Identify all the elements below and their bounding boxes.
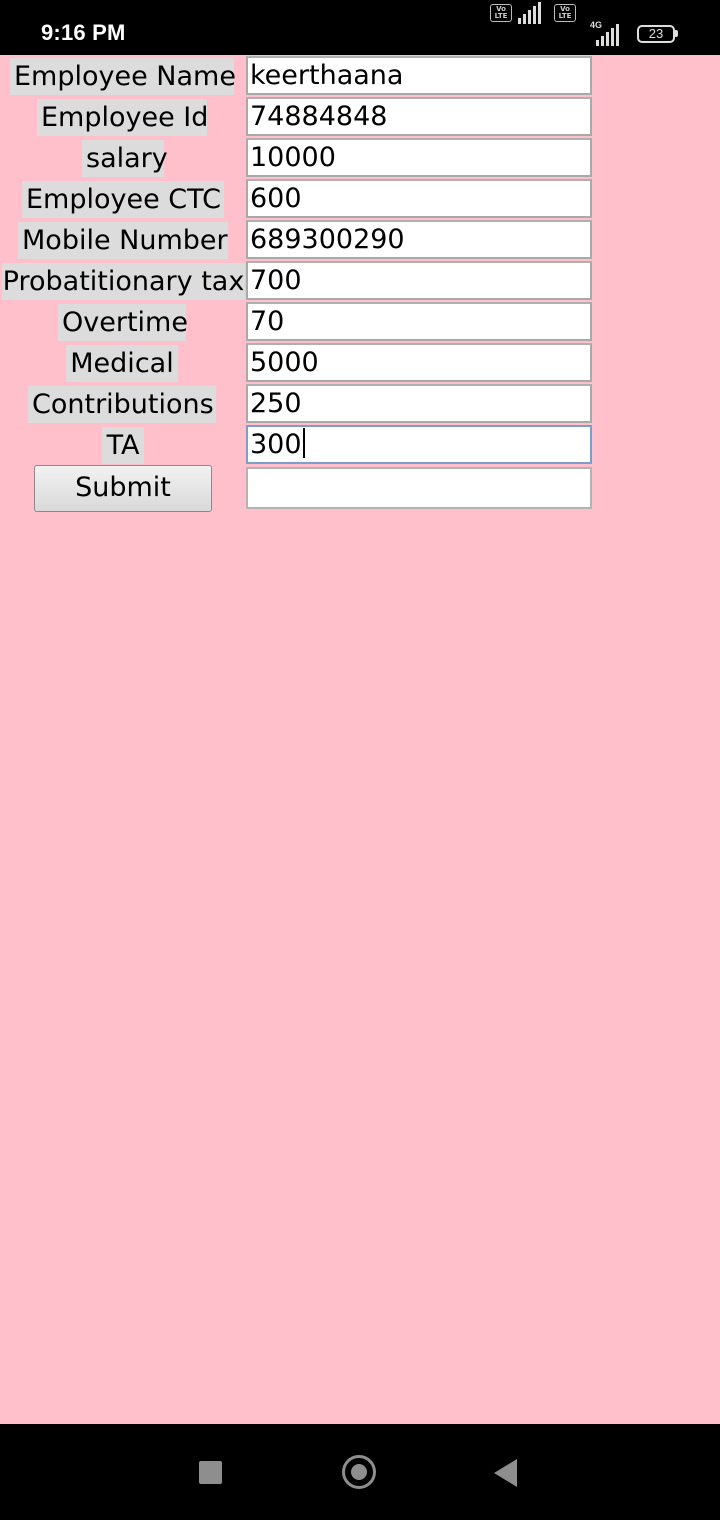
ta-input-value: 300 xyxy=(250,429,302,460)
employee-ctc-input[interactable]: 600 xyxy=(246,179,592,218)
label-probationary-tax: Probatitionary tax xyxy=(2,263,245,300)
signal-icon xyxy=(518,2,544,24)
medical-input[interactable]: 5000 xyxy=(246,343,592,382)
home-icon[interactable] xyxy=(342,1455,376,1489)
ta-input[interactable]: 300 xyxy=(246,425,592,464)
signal-icon-2 xyxy=(592,24,626,46)
result-input[interactable] xyxy=(246,467,592,509)
text-cursor xyxy=(302,428,305,458)
back-icon[interactable] xyxy=(494,1459,517,1487)
battery-icon: 23 xyxy=(637,25,675,43)
recents-icon[interactable] xyxy=(199,1461,222,1484)
mobile-number-input[interactable]: 689300290 xyxy=(246,220,592,259)
overtime-input[interactable]: 70 xyxy=(246,302,592,341)
volte-icon: Vo LTE xyxy=(490,4,512,22)
label-overtime: Overtime xyxy=(58,304,188,341)
label-employee-id: Employee Id xyxy=(37,99,208,136)
employee-id-input[interactable]: 74884848 xyxy=(246,97,592,136)
battery-tip xyxy=(675,30,678,37)
volte-icon-2: Vo LTE xyxy=(554,4,576,22)
label-mobile-number: Mobile Number xyxy=(18,222,228,259)
probationary-tax-input[interactable]: 700 xyxy=(246,261,592,300)
status-bar: 9:16 PM Vo LTE Vo LTE 4G 23 xyxy=(0,0,720,55)
salary-input[interactable]: 10000 xyxy=(246,138,592,177)
status-time: 9:16 PM xyxy=(41,20,126,45)
navigation-bar xyxy=(0,1424,720,1520)
label-employee-ctc: Employee CTC xyxy=(22,181,224,218)
label-contributions: Contributions xyxy=(28,386,216,423)
label-medical: Medical xyxy=(66,345,178,382)
label-salary: salary xyxy=(82,140,168,177)
contributions-input[interactable]: 250 xyxy=(246,384,592,423)
label-employee-name: Employee Name xyxy=(10,58,236,95)
submit-button[interactable]: Submit xyxy=(34,465,212,512)
home-icon-dot xyxy=(351,1464,367,1480)
label-ta: TA xyxy=(102,427,144,464)
employee-name-input[interactable]: keerthaana xyxy=(246,56,592,95)
